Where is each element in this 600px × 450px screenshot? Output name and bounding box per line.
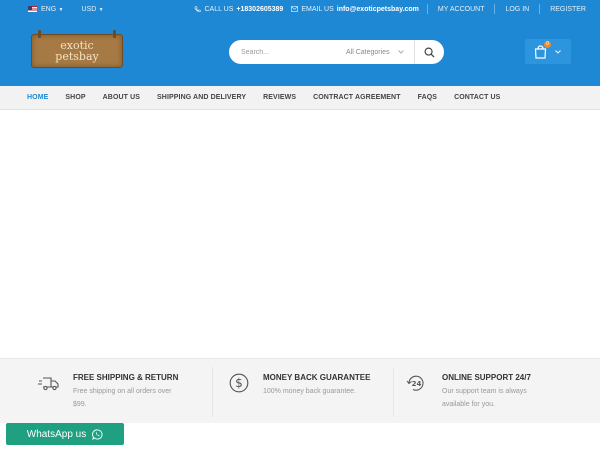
language-selector[interactable]: ENG ▼ [41,6,64,13]
nav-item-about-us[interactable]: ABOUT US [103,94,140,101]
phone-contact[interactable]: CALL US +18302605389 [194,6,283,13]
nav-item-contact-us[interactable]: CONTACT US [454,94,500,101]
my-account-link[interactable]: MY ACCOUNT [428,6,495,13]
nav-item-contract-agreement[interactable]: CONTRACT AGREEMENT [313,94,400,101]
chevron-down-icon [397,50,404,54]
search-icon [424,47,435,58]
feature-money-back: $ MONEY BACK GUARANTEE 100% money back g… [213,359,393,424]
register-link[interactable]: REGISTER [540,6,600,13]
site-header: exotic petsbay All Categories 0 [0,18,600,86]
phone-icon [194,5,202,12]
nav-item-home[interactable]: HOME [27,94,48,101]
svg-text:24: 24 [412,380,422,388]
chevron-down-icon [555,49,561,54]
login-link[interactable]: LOG IN [495,6,539,13]
feature-title: ONLINE SUPPORT 24/7 [442,373,531,382]
main-nav: HOME SHOP ABOUT US SHIPPING AND DELIVERY… [0,86,600,110]
truck-icon [38,377,59,391]
cart-count-badge: 0 [544,41,551,48]
whatsapp-label: WhatsApp us [26,428,87,440]
site-logo[interactable]: exotic petsbay [31,30,123,68]
dollar-circle-icon: $ [229,373,249,393]
nav-item-faqs[interactable]: FAQS [418,94,437,101]
features-strip: FREE SHIPPING & RETURN Free shipping on … [0,358,600,423]
email-contact[interactable]: EMAIL US info@exoticpetsbay.com [291,6,419,13]
feature-description: Our support team is always available for… [442,388,527,408]
search-button[interactable] [414,40,444,64]
currency-selector[interactable]: USD ▼ [82,6,104,13]
us-flag-icon [28,6,37,12]
feature-title: MONEY BACK GUARANTEE [263,373,371,382]
cart-button[interactable]: 0 [525,39,571,64]
support-24-icon: 24 [406,375,424,391]
svg-text:$: $ [235,376,243,390]
nav-item-shop[interactable]: SHOP [65,94,85,101]
feature-description: 100% money back guarantee. [263,388,357,395]
search-bar: All Categories [229,40,444,64]
feature-title: FREE SHIPPING & RETURN [73,373,179,382]
nav-item-reviews[interactable]: REVIEWS [263,94,296,101]
logo-text-line2: petsbay [55,50,99,63]
top-bar: ENG ▼ USD ▼ CALL US +18302605389 EMAIL U… [0,0,600,18]
feature-free-shipping: FREE SHIPPING & RETURN Free shipping on … [0,359,210,424]
category-select[interactable]: All Categories [346,49,404,56]
whatsapp-button[interactable]: WhatsApp us [6,423,124,445]
feature-description: Free shipping on all orders over $99. [73,388,172,408]
whatsapp-icon [92,428,103,440]
feature-online-support: 24 ONLINE SUPPORT 24/7 Our support team … [394,359,600,424]
nav-item-shipping-and-delivery[interactable]: SHIPPING AND DELIVERY [157,94,246,101]
search-input[interactable] [229,48,329,56]
mail-icon [291,6,299,12]
